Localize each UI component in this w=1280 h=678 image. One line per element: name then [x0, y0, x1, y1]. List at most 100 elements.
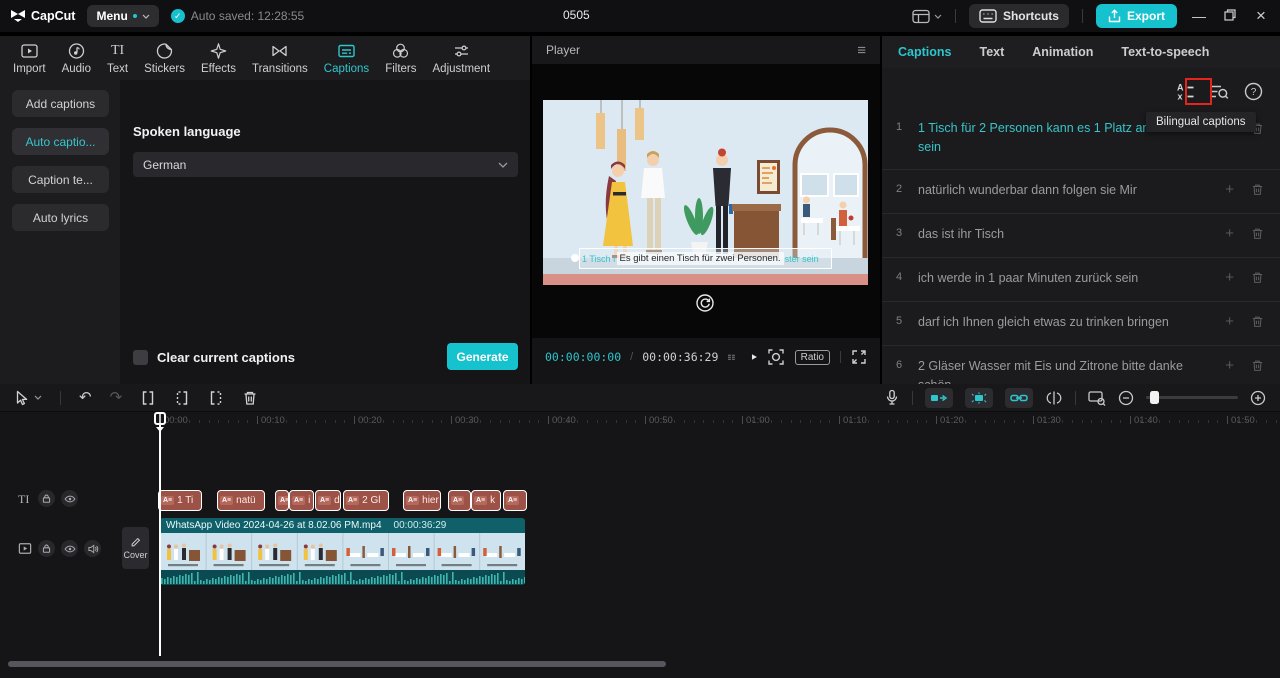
- add-caption-icon[interactable]: +: [1225, 358, 1234, 373]
- caption-clip[interactable]: A≡: [448, 490, 471, 511]
- video-preview-area[interactable]: 1 Tisch f Es gibt einen Tisch für zwei P…: [532, 64, 880, 338]
- sidebar-item-add-captions[interactable]: Add captions: [12, 90, 109, 117]
- close-button[interactable]: ×: [1252, 6, 1270, 26]
- caption-clip[interactable]: A≡ d: [315, 490, 341, 511]
- caption-clip[interactable]: A≡ i: [289, 490, 314, 511]
- link-toggle[interactable]: [1005, 387, 1033, 408]
- restore-button[interactable]: [1221, 8, 1239, 24]
- sidebar-item-auto-captions[interactable]: Auto captio...: [12, 128, 109, 155]
- fullscreen-icon[interactable]: [851, 349, 867, 365]
- delete-caption-icon[interactable]: [1251, 183, 1264, 196]
- caption-row[interactable]: 4 ich werde in 1 paar Minuten zurück sein…: [882, 258, 1280, 302]
- generate-button[interactable]: Generate: [447, 343, 518, 370]
- shortcuts-button[interactable]: Shortcuts: [968, 4, 1069, 28]
- caption-text[interactable]: darf ich Ihnen gleich etwas zu trinken b…: [910, 313, 1225, 332]
- add-caption-icon[interactable]: +: [1225, 314, 1234, 329]
- caption-drag-handle[interactable]: [571, 254, 579, 262]
- tab-text[interactable]: Text: [979, 45, 1004, 59]
- add-caption-icon[interactable]: +: [1225, 226, 1234, 241]
- workspace-layout-button[interactable]: [912, 9, 942, 24]
- caption-text[interactable]: das ist ihr Tisch: [910, 225, 1225, 244]
- select-tool-button[interactable]: [14, 390, 42, 406]
- timeline-scrollbar[interactable]: [8, 661, 666, 667]
- focus-preview-icon[interactable]: [767, 348, 785, 366]
- caption-text[interactable]: ich werde in 1 paar Minuten zurück sein: [910, 269, 1225, 288]
- tab-import[interactable]: Import: [6, 40, 53, 77]
- help-button[interactable]: ?: [1242, 80, 1264, 102]
- timeline-ruler[interactable]: 00:00 00:10 00:20 00:30 00:40 00:50 01:00 01:10…: [0, 412, 1280, 430]
- zoom-in-button[interactable]: [1250, 390, 1266, 406]
- preview-quality-button[interactable]: [1088, 390, 1106, 406]
- menu-button[interactable]: Menu: [87, 5, 159, 27]
- tab-captions[interactable]: Captions: [898, 45, 951, 59]
- sidebar-item-auto-lyrics[interactable]: Auto lyrics: [12, 204, 109, 231]
- playhead-line[interactable]: [159, 412, 161, 656]
- ruler-minor-tick: [1188, 420, 1190, 423]
- caption-clip[interactable]: A≡: [503, 490, 527, 511]
- caption-row[interactable]: 6 2 Gläser Wasser mit Eis und Zitrone bit…: [882, 346, 1280, 384]
- mirror-split-button[interactable]: [1045, 391, 1063, 405]
- video-track-mute-button[interactable]: [84, 540, 101, 557]
- add-caption-icon[interactable]: +: [1225, 182, 1234, 197]
- caption-clip[interactable]: A≡ 1 Ti: [158, 490, 202, 511]
- main-track-magnet-toggle[interactable]: [925, 387, 953, 408]
- ruler-minor-tick: [567, 420, 569, 423]
- split-button[interactable]: [140, 390, 156, 406]
- tab-text[interactable]: TI Text: [100, 40, 135, 77]
- timeline-zoom-slider[interactable]: [1146, 391, 1238, 404]
- delete-caption-icon[interactable]: [1251, 359, 1264, 372]
- play-button[interactable]: [751, 350, 758, 364]
- text-track-visibility-button[interactable]: [61, 490, 78, 507]
- split-left-button[interactable]: [174, 390, 190, 406]
- language-select[interactable]: German: [133, 152, 518, 177]
- video-clip[interactable]: WhatsApp Video 2024-04-26 at 8.02.06 PM.…: [160, 518, 525, 585]
- caption-text[interactable]: natürlich wunderbar dann folgen sie Mir: [910, 181, 1225, 200]
- clear-captions-checkbox[interactable]: [133, 350, 148, 365]
- tab-transitions[interactable]: Transitions: [245, 40, 315, 77]
- minimize-button[interactable]: —: [1190, 8, 1208, 24]
- caption-clip[interactable]: A≡ hier: [403, 490, 441, 511]
- caption-clip[interactable]: A≡ natü: [217, 490, 265, 511]
- edit-cover-button[interactable]: Cover: [122, 527, 149, 569]
- tab-effects[interactable]: Effects: [194, 40, 243, 77]
- caption-clip[interactable]: A≡ 2 Gl: [343, 490, 389, 511]
- tab-audio[interactable]: Audio: [55, 40, 98, 77]
- video-track-lock-button[interactable]: [38, 540, 55, 557]
- redo-button[interactable]: ↷: [110, 390, 123, 405]
- caption-row[interactable]: 2 natürlich wunderbar dann folgen sie Mir…: [882, 170, 1280, 214]
- split-right-button[interactable]: [208, 390, 224, 406]
- ratio-button[interactable]: Ratio: [794, 349, 830, 365]
- delete-button[interactable]: [242, 390, 258, 406]
- tab-stickers[interactable]: Stickers: [137, 40, 192, 77]
- add-caption-icon[interactable]: +: [1225, 270, 1234, 285]
- tab-filters[interactable]: Filters: [378, 40, 423, 77]
- caption-clip[interactable]: A≡: [275, 490, 289, 511]
- video-track-visibility-button[interactable]: [61, 540, 78, 557]
- tab-captions[interactable]: Captions: [317, 40, 376, 77]
- text-track-lock-button[interactable]: [38, 490, 55, 507]
- undo-button[interactable]: ↶: [79, 390, 92, 405]
- caption-row[interactable]: 3 das ist ihr Tisch +: [882, 214, 1280, 258]
- delete-caption-icon[interactable]: [1251, 227, 1264, 240]
- tab-adjustment[interactable]: Adjustment: [426, 40, 498, 77]
- sidebar-item-caption-templates[interactable]: Caption te...: [12, 166, 109, 193]
- export-button[interactable]: Export: [1095, 4, 1177, 28]
- record-voiceover-icon[interactable]: [884, 389, 900, 406]
- player-caption-overlay[interactable]: 1 Tisch f Es gibt einen Tisch für zwei P…: [579, 248, 832, 269]
- zoom-out-button[interactable]: [1118, 390, 1134, 406]
- auto-snap-toggle[interactable]: [965, 387, 993, 408]
- delete-caption-icon[interactable]: [1251, 271, 1264, 284]
- player-menu-icon[interactable]: ≡: [857, 42, 866, 59]
- help-icon: ?: [1244, 82, 1262, 100]
- tab-animation[interactable]: Animation: [1032, 45, 1093, 59]
- tab-text-to-speech[interactable]: Text-to-speech: [1121, 45, 1209, 59]
- zoom-slider-handle[interactable]: [1150, 391, 1159, 404]
- playhead-handle[interactable]: [154, 412, 166, 425]
- caption-clip[interactable]: A≡ k: [471, 490, 501, 511]
- delete-caption-icon[interactable]: [1251, 315, 1264, 328]
- caption-row[interactable]: 5 darf ich Ihnen gleich etwas zu trinken …: [882, 302, 1280, 346]
- caption-text[interactable]: 2 Gläser Wasser mit Eis und Zitrone bitt…: [910, 357, 1225, 384]
- ruler-minor-tick: [344, 420, 346, 423]
- frame-view-icon[interactable]: [727, 351, 736, 364]
- loop-refresh-icon[interactable]: [696, 294, 714, 312]
